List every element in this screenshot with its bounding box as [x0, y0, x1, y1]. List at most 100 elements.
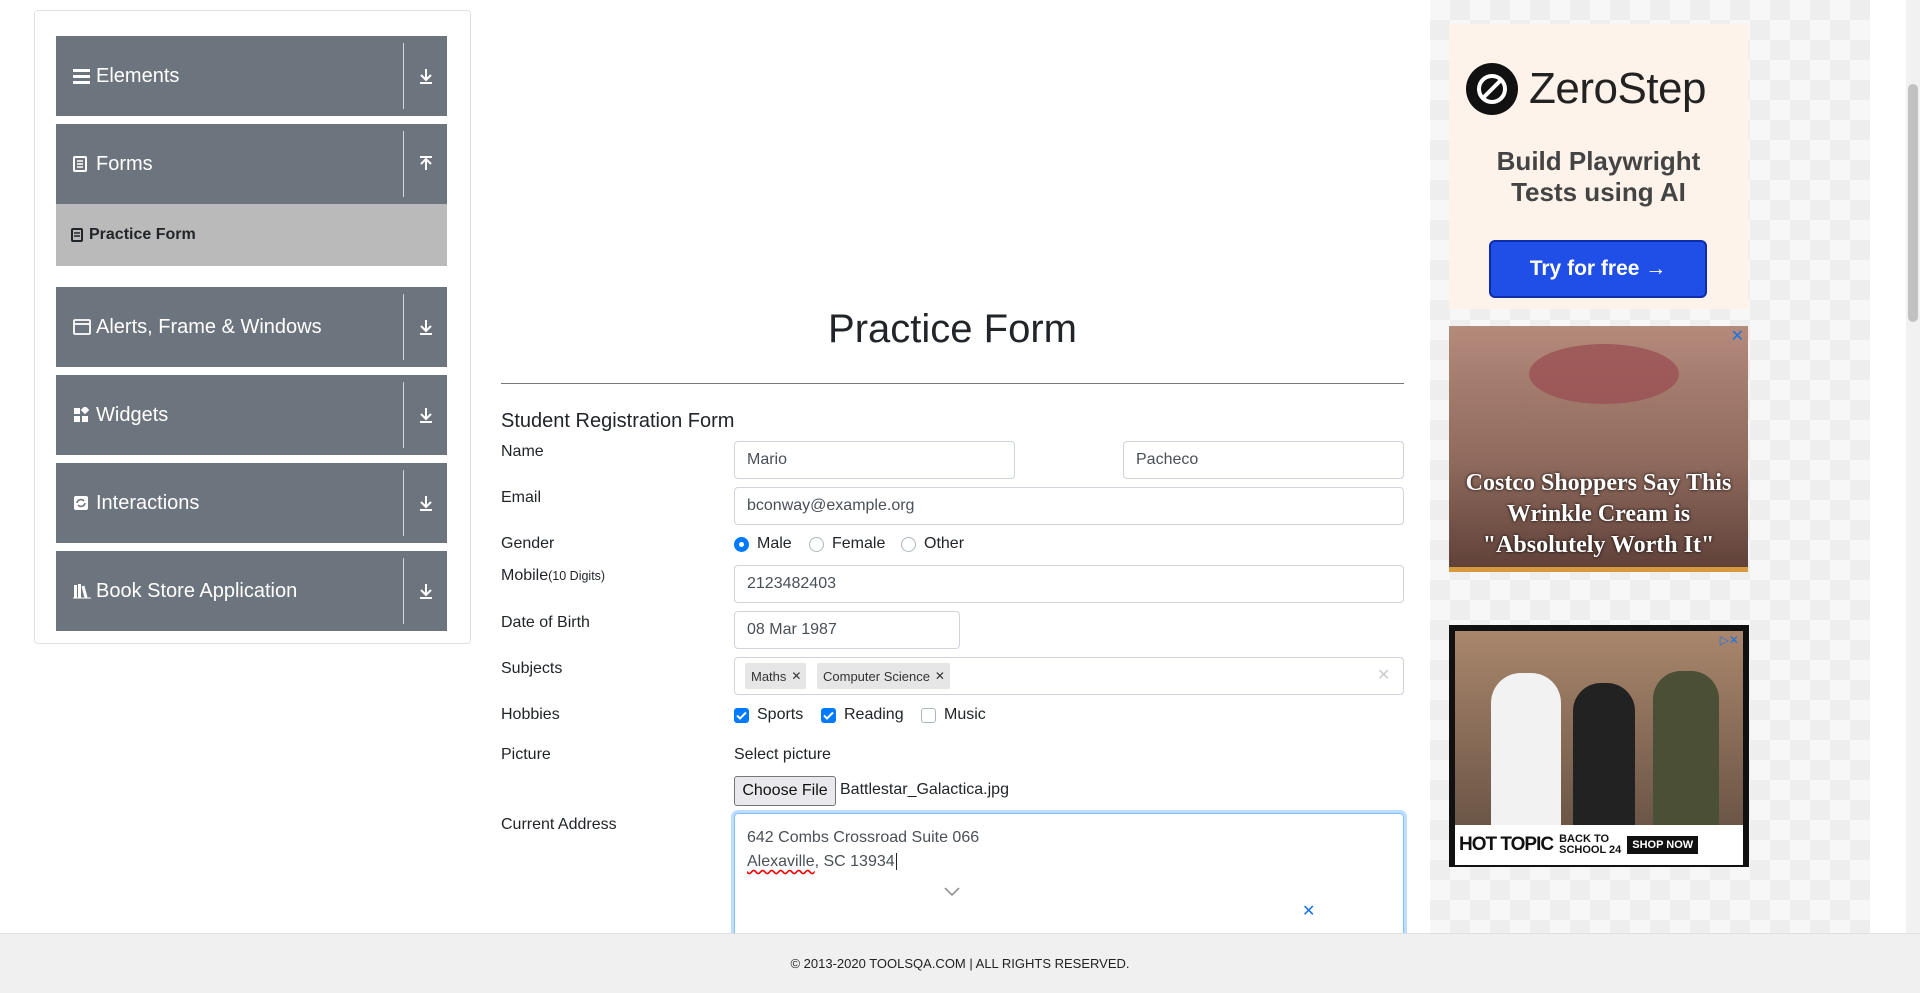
ad-zerostep[interactable]: ZeroStep Build Playwright Tests using AI…: [1449, 24, 1748, 309]
ad-try-for-free-button[interactable]: Try for free →: [1489, 240, 1707, 298]
ad-figure: [1573, 683, 1635, 827]
download-icon[interactable]: [414, 491, 438, 515]
checkbox-checked-icon[interactable]: [734, 707, 749, 723]
radio-icon[interactable]: [901, 536, 916, 552]
ad-figure: [1653, 671, 1719, 827]
first-name-input[interactable]: Mario: [734, 441, 1015, 479]
last-name-input[interactable]: Pacheco: [1123, 441, 1404, 479]
gender-label: Gender: [501, 535, 555, 552]
zerostep-logo: ZeroStep: [1465, 62, 1706, 116]
gender-radio-other[interactable]: Other: [901, 535, 964, 553]
gender-radio-male[interactable]: Male: [734, 535, 792, 553]
ad-wrinkle-cream[interactable]: ✕ Costco Shoppers Say This Wrinkle Cream…: [1449, 326, 1748, 572]
radio-icon[interactable]: [809, 536, 824, 552]
checkbox-label: Sports: [757, 706, 804, 723]
sidebar-group-label: Widgets: [96, 403, 169, 426]
upload-icon[interactable]: [414, 152, 438, 176]
picture-label: Picture: [501, 746, 551, 763]
hobbies-label: Hobbies: [501, 706, 560, 723]
separator: [403, 558, 404, 624]
sidebar-group-label: Forms: [96, 152, 153, 175]
mobile-input[interactable]: 2123482403: [734, 565, 1404, 603]
window-icon: [73, 318, 91, 336]
checkbox-label: Music: [944, 706, 986, 723]
remove-chip-icon[interactable]: ✕: [930, 669, 950, 683]
radio-label: Male: [757, 535, 792, 552]
dob-label: Date of Birth: [501, 614, 590, 631]
ad-hot-topic[interactable]: ▷✕ HOT TOPIC BACK TO SCHOOL 24 SHOP NOW: [1449, 625, 1749, 867]
gender-radio-female[interactable]: Female: [809, 535, 885, 553]
mobile-label-text: Mobile: [501, 567, 549, 584]
date-of-birth-input[interactable]: 08 Mar 1987: [734, 611, 960, 649]
mobile-hint: (10 Digits): [548, 569, 606, 583]
checkbox-icon[interactable]: [921, 707, 936, 723]
ad-promo: BACK TO SCHOOL 24: [1559, 834, 1621, 856]
subjects-label: Subjects: [501, 660, 563, 677]
sidebar-group-widgets[interactable]: Widgets: [56, 375, 447, 455]
subject-chip: Maths ✕: [745, 663, 807, 689]
ad-bottom-bar: [1449, 567, 1748, 572]
hobby-checkbox-reading[interactable]: Reading: [821, 706, 904, 724]
ad-headline-line: "Absolutely Worth It": [1482, 532, 1715, 558]
sidebar-item-practice-form[interactable]: Practice Form: [56, 204, 447, 266]
sidebar-group-elements[interactable]: Elements: [56, 36, 447, 116]
scrollbar-thumb[interactable]: [1908, 84, 1918, 322]
refresh-icon: [73, 494, 91, 512]
remove-chip-icon[interactable]: ✕: [786, 669, 806, 683]
ad-tagline: Build Playwright Tests using AI: [1449, 146, 1748, 208]
sidebar-group-book-store[interactable]: Book Store Application: [56, 551, 447, 631]
radio-selected-icon[interactable]: [734, 536, 749, 552]
misspelled-word: Alexaville: [747, 853, 815, 870]
list-icon: [73, 67, 91, 85]
checkbox-label: Reading: [844, 706, 904, 723]
sidebar-group-interactions[interactable]: Interactions: [56, 463, 447, 543]
ad-shop-now-button[interactable]: SHOP NOW: [1627, 836, 1699, 854]
email-label: Email: [501, 489, 542, 506]
address-line-2-rest: , SC 13934: [814, 853, 895, 870]
download-icon[interactable]: [414, 64, 438, 88]
download-icon[interactable]: [414, 403, 438, 427]
ad-close-icon[interactable]: ✕: [1302, 901, 1315, 921]
separator: [403, 131, 404, 197]
hobby-checkbox-sports[interactable]: Sports: [734, 706, 803, 724]
sidebar-item-label: Practice Form: [89, 226, 196, 243]
sidebar-group-label: Interactions: [96, 491, 200, 514]
vertical-scrollbar[interactable]: [1906, 0, 1920, 933]
copyright-text: © 2013-2020 TOOLSQA.COM | ALL RIGHTS RES…: [790, 956, 1130, 971]
radio-label: Other: [924, 535, 965, 552]
ad-tagline-line: Tests using AI: [1511, 177, 1686, 207]
radio-label: Female: [832, 535, 886, 552]
adchoices-icon[interactable]: ▷✕: [1720, 633, 1739, 647]
page-footer: © 2013-2020 TOOLSQA.COM | ALL RIGHTS RES…: [0, 933, 1920, 993]
sidebar-group-forms[interactable]: Forms: [56, 124, 447, 204]
chip-label: Maths: [751, 668, 787, 684]
ad-tagline-line: Build Playwright: [1496, 146, 1701, 176]
form-icon: [71, 228, 83, 242]
hobby-checkbox-music[interactable]: Music: [921, 706, 986, 724]
sidebar-group-label: Alerts, Frame & Windows: [96, 315, 322, 338]
ad-close-icon[interactable]: ✕: [1731, 326, 1744, 346]
chip-label: Computer Science: [823, 668, 930, 684]
file-name: Battlestar_Galactica.jpg: [840, 781, 1009, 798]
checkbox-checked-icon[interactable]: [821, 707, 836, 723]
download-icon[interactable]: [414, 579, 438, 603]
ad-headline-line: Wrinkle Cream is: [1506, 501, 1691, 527]
separator: [403, 43, 404, 109]
choose-file-button[interactable]: Choose File: [734, 776, 836, 806]
title-divider: [501, 383, 1404, 384]
download-icon[interactable]: [414, 315, 438, 339]
ad-brand: HOT TOPIC: [1459, 834, 1554, 855]
ad-brand: ZeroStep: [1529, 64, 1706, 113]
ad-headline: Costco Shoppers Say This Wrinkle Cream i…: [1449, 468, 1748, 561]
clear-subjects-icon[interactable]: ✕: [1377, 665, 1390, 685]
email-input[interactable]: bconway@example.org: [734, 487, 1404, 525]
ad-promo-line: SCHOOL 24: [1559, 844, 1622, 856]
current-address-label: Current Address: [501, 816, 617, 833]
chevron-down-icon[interactable]: [944, 884, 960, 902]
sidebar-group-alerts[interactable]: Alerts, Frame & Windows: [56, 287, 447, 367]
separator: [403, 470, 404, 536]
separator: [403, 382, 404, 448]
books-icon: [73, 582, 91, 600]
ad-figure: [1491, 673, 1561, 827]
address-line-1: 642 Combs Crossroad Suite 066: [747, 829, 980, 846]
